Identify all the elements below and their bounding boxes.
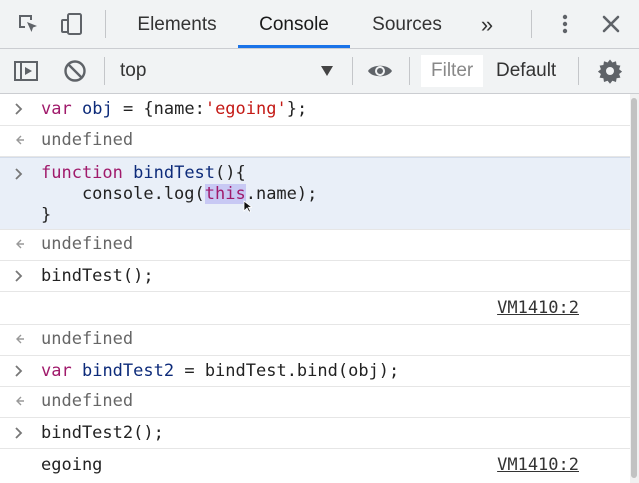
input-prompt-chevron-icon	[14, 165, 24, 186]
console-input-row: bindTest();	[0, 261, 630, 292]
toolbar-divider	[105, 10, 106, 38]
devtools-tab-bar: Elements Console Sources »	[0, 0, 639, 49]
clear-console-icon[interactable]	[61, 57, 89, 85]
settings-gear-icon[interactable]	[596, 57, 624, 85]
result-value: undefined	[41, 234, 134, 254]
console-toolbar: top Filter Default	[0, 49, 639, 94]
inspect-element-icon[interactable]	[14, 10, 42, 38]
console-scrollbar-thumb[interactable]	[631, 98, 637, 478]
input-code: var obj = {name:'egoing'};	[41, 99, 308, 119]
sidebar-toggle-icon[interactable]	[12, 57, 40, 85]
console-result-row: undefined	[0, 387, 630, 418]
toolbar-divider	[531, 10, 532, 38]
input-prompt-chevron-icon	[14, 267, 24, 288]
result-value: undefined	[41, 329, 134, 349]
input-code: function bindTest(){ console.log(this.na…	[41, 163, 318, 225]
console-input-row: function bindTest(){ console.log(this.na…	[0, 157, 630, 230]
result-arrow-icon	[14, 392, 26, 413]
input-prompt-chevron-icon	[14, 424, 24, 445]
source-link[interactable]: VM1410:2	[497, 298, 579, 319]
live-expression-eye-icon[interactable]	[366, 57, 394, 85]
close-icon[interactable]	[597, 10, 625, 38]
toolbar-divider	[104, 57, 105, 85]
tab-console[interactable]: Console	[238, 0, 350, 48]
log-levels-dropdown[interactable]: Default	[496, 49, 556, 93]
console-input-row: bindTest2();	[0, 418, 630, 449]
kebab-menu-icon[interactable]	[551, 10, 579, 38]
input-prompt-chevron-icon	[14, 100, 24, 121]
more-tabs-button[interactable]: »	[472, 0, 502, 48]
console-input-row: var bindTest2 = bindTest.bind(obj);	[0, 356, 630, 387]
result-value: undefined	[41, 130, 134, 150]
console-input-row: var obj = {name:'egoing'};	[0, 94, 630, 126]
console-log-row: egoing VM1410:2	[0, 449, 630, 483]
result-arrow-icon	[14, 235, 26, 256]
console-result-row: undefined	[0, 230, 630, 261]
toolbar-divider	[409, 57, 410, 85]
input-code: bindTest();	[41, 266, 154, 286]
result-value: undefined	[41, 391, 134, 411]
toolbar-divider	[578, 57, 579, 85]
mouse-cursor-icon	[243, 198, 254, 219]
result-arrow-icon	[14, 330, 26, 351]
filter-placeholder: Filter	[431, 60, 474, 81]
console-result-row: undefined	[0, 126, 630, 157]
console-log-row: VM1410:2	[0, 292, 630, 325]
tab-sources[interactable]: Sources	[358, 0, 456, 48]
context-selector[interactable]: top	[120, 49, 146, 93]
chevron-down-icon[interactable]	[320, 62, 334, 85]
input-prompt-chevron-icon	[14, 362, 24, 383]
tab-elements[interactable]: Elements	[122, 0, 232, 48]
device-toolbar-icon[interactable]	[58, 10, 86, 38]
input-code: bindTest2();	[41, 423, 164, 443]
log-message: egoing	[41, 455, 103, 475]
filter-input[interactable]: Filter	[421, 55, 483, 87]
result-arrow-icon	[14, 131, 26, 152]
source-link[interactable]: VM1410:2	[497, 455, 579, 476]
console-result-row: undefined	[0, 325, 630, 356]
toolbar-divider	[352, 57, 353, 85]
console-output[interactable]: var obj = {name:'egoing'}; undefined fun…	[0, 94, 630, 483]
input-code: var bindTest2 = bindTest.bind(obj);	[41, 361, 400, 381]
